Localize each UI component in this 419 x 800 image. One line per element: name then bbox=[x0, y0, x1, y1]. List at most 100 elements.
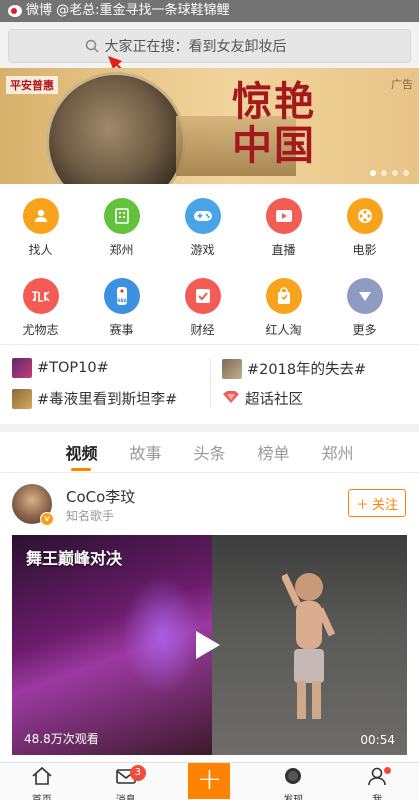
video-duration: 00:54 bbox=[360, 733, 395, 747]
youwu-icon bbox=[22, 278, 59, 314]
section-gap bbox=[0, 424, 419, 432]
ad-label: 广告 bbox=[391, 78, 413, 91]
tab-rankings[interactable]: 榜单 bbox=[254, 434, 294, 470]
grid-item-movies[interactable]: 电影 bbox=[324, 190, 405, 270]
diamond-icon bbox=[222, 390, 240, 408]
video-title: 舞王巅峰对决 bbox=[26, 549, 123, 568]
grid-item-live[interactable]: 直播 bbox=[243, 190, 324, 270]
grid-label: 尤物志 bbox=[22, 323, 59, 337]
username[interactable]: CoCo李玟 bbox=[66, 486, 135, 507]
feed-tabs: 视频 故事 头条 榜单 郑州 bbox=[0, 432, 419, 472]
post-header: v CoCo李玟 知名歌手 ＋ 关注 bbox=[0, 480, 419, 530]
svg-text:NBA: NBA bbox=[117, 298, 127, 303]
topic-thumb bbox=[12, 388, 32, 409]
topic-label: 超话社区 bbox=[245, 392, 303, 408]
watermark-text: 微博 @老总:重金寻找一条球鞋锦鲤 bbox=[26, 3, 230, 18]
topic-label: #TOP10# bbox=[37, 360, 109, 376]
building-icon bbox=[103, 198, 140, 234]
tabbar-label: 我 bbox=[372, 791, 382, 800]
grid-item-shopping[interactable]: 红人淘 bbox=[243, 270, 324, 350]
divider bbox=[210, 358, 211, 408]
carousel-dot[interactable] bbox=[381, 170, 387, 176]
view-count: 48.8万次观看 bbox=[24, 732, 99, 746]
tabbar-me[interactable]: 我 bbox=[335, 763, 419, 800]
tab-headlines[interactable]: 头条 bbox=[189, 434, 229, 470]
grid-item-more[interactable]: 更多 bbox=[324, 270, 405, 350]
topic-label: #毒液里看到斯坦李# bbox=[37, 392, 178, 408]
banner-brand: 平安普惠 bbox=[6, 76, 58, 94]
grid-label: 红人淘 bbox=[265, 323, 302, 337]
verified-badge-icon: v bbox=[40, 512, 54, 526]
follow-button[interactable]: ＋ 关注 bbox=[348, 489, 406, 517]
hot-topics: #TOP10# #2018年的失去# #毒液里看到斯坦李# 超话社区 bbox=[0, 352, 419, 416]
grid-item-find-people[interactable]: 找人 bbox=[0, 190, 81, 270]
nba-icon: NBA bbox=[103, 278, 140, 314]
compass-icon bbox=[282, 766, 304, 790]
ad-banner[interactable]: 平安普惠 惊艳中国 广告 bbox=[0, 68, 419, 184]
bottom-tab-bar: 首页 3 消息 + 发现 我 bbox=[0, 762, 419, 800]
grid-label: 赛事 bbox=[109, 323, 134, 337]
topic-thumb bbox=[12, 358, 32, 378]
topic-thumb bbox=[222, 358, 242, 379]
tabbar-messages[interactable]: 3 消息 bbox=[84, 763, 168, 800]
grid-item-youwuzhi[interactable]: 尤物志 bbox=[0, 270, 81, 350]
tabbar-label: 首页 bbox=[32, 791, 52, 800]
gamepad-icon bbox=[184, 198, 221, 234]
function-grid: 找人 郑州 游戏 直播 电影 尤物志 NBA 赛事 财经 红人淘 更多 bbox=[0, 190, 419, 350]
banner-headline: 惊艳中国 bbox=[232, 78, 316, 169]
person-icon bbox=[22, 198, 59, 234]
grid-item-finance[interactable]: 财经 bbox=[162, 270, 243, 350]
search-bar bbox=[0, 22, 419, 68]
carousel-dot[interactable] bbox=[370, 170, 376, 176]
plus-icon[interactable]: + bbox=[188, 763, 231, 799]
tab-zhengzhou[interactable]: 郑州 bbox=[318, 434, 358, 470]
divider bbox=[0, 472, 419, 473]
home-icon bbox=[31, 766, 53, 790]
carousel-dots bbox=[370, 170, 409, 176]
topic-link[interactable]: 超话社区 bbox=[222, 388, 303, 409]
tabbar-compose[interactable]: + bbox=[168, 763, 252, 800]
grid-label: 财经 bbox=[190, 323, 215, 337]
carousel-dot[interactable] bbox=[392, 170, 398, 176]
topic-link[interactable]: #TOP10# bbox=[12, 358, 109, 378]
tabbar-label: 消息 bbox=[116, 791, 136, 800]
watermark-bar: 微博 @老总:重金寻找一条球鞋锦鲤 bbox=[0, 0, 419, 22]
tab-video[interactable]: 视频 bbox=[61, 434, 101, 471]
play-icon[interactable] bbox=[196, 631, 220, 659]
grid-label: 电影 bbox=[352, 243, 377, 257]
plus-icon: ＋ bbox=[355, 497, 369, 513]
tabbar-label: 发现 bbox=[283, 791, 303, 800]
carousel-dot[interactable] bbox=[403, 170, 409, 176]
tabbar-home[interactable]: 首页 bbox=[0, 763, 84, 800]
tabbar-discover[interactable]: 发现 bbox=[251, 763, 335, 800]
chevron-down-icon bbox=[346, 278, 383, 314]
tab-stories[interactable]: 故事 bbox=[125, 434, 165, 470]
topic-link[interactable]: #毒液里看到斯坦李# bbox=[12, 388, 177, 409]
search-box[interactable] bbox=[8, 29, 411, 63]
search-icon bbox=[85, 39, 99, 53]
grid-label: 郑州 bbox=[109, 243, 134, 257]
grid-item-zhengzhou[interactable]: 郑州 bbox=[81, 190, 162, 270]
search-input[interactable] bbox=[104, 38, 335, 54]
grid-label: 找人 bbox=[28, 243, 53, 257]
video-play-icon bbox=[265, 198, 302, 234]
grid-label: 游戏 bbox=[190, 243, 215, 257]
banner-photo-disc bbox=[46, 72, 186, 184]
grid-item-sports[interactable]: NBA 赛事 bbox=[81, 270, 162, 350]
follow-label: 关注 bbox=[372, 497, 399, 513]
weibo-logo-icon bbox=[8, 5, 22, 17]
topic-label: #2018年的失去# bbox=[247, 362, 367, 378]
topic-link[interactable]: #2018年的失去# bbox=[222, 358, 366, 379]
video-player[interactable]: 舞王巅峰对决 48.8万次观看 00:54 bbox=[12, 535, 407, 755]
film-reel-icon bbox=[346, 198, 383, 234]
video-figure bbox=[282, 573, 336, 719]
grid-label: 更多 bbox=[352, 323, 377, 337]
grid-item-games[interactable]: 游戏 bbox=[162, 190, 243, 270]
message-badge: 3 bbox=[129, 765, 146, 781]
grid-label: 直播 bbox=[271, 243, 296, 257]
notification-dot bbox=[384, 767, 392, 774]
user-tag: 知名歌手 bbox=[66, 509, 115, 523]
shopping-bag-icon bbox=[265, 278, 302, 314]
divider bbox=[0, 344, 419, 345]
finance-check-icon bbox=[184, 278, 221, 314]
